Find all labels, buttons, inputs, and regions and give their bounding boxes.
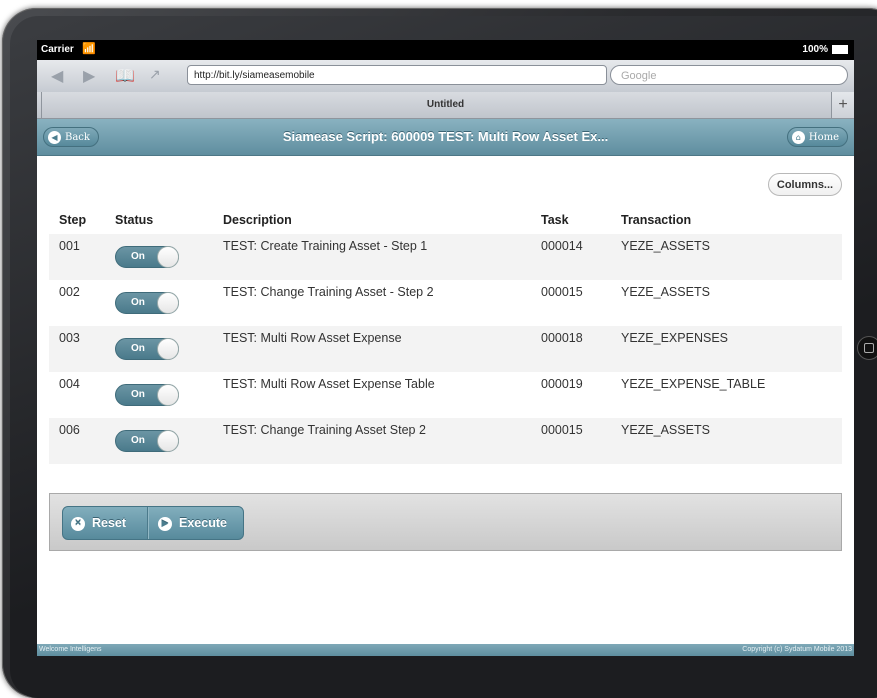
footer-welcome: Welcome Intelligens xyxy=(39,646,102,653)
browser-toolbar: ◀ ▶ 📖 ↗ http://bit.ly/siameasemobile Goo… xyxy=(37,60,854,93)
table-row[interactable]: 003 On TEST: Multi Row Asset Expense 000… xyxy=(49,326,842,372)
cell-transaction: YEZE_EXPENSES xyxy=(621,331,728,345)
cell-task: 000015 xyxy=(541,285,583,299)
status-toggle[interactable]: On xyxy=(115,384,179,406)
bookmarks-icon[interactable]: 📖 xyxy=(115,66,135,86)
cell-step: 003 xyxy=(59,331,80,345)
close-icon: ✕ xyxy=(71,516,85,531)
cell-step: 002 xyxy=(59,285,80,299)
toggle-label: On xyxy=(131,297,145,308)
execute-button[interactable]: ▶ Execute xyxy=(158,507,227,539)
toggle-label: On xyxy=(131,251,145,262)
cell-step: 004 xyxy=(59,377,80,391)
status-bar: Carrier 📶 100% xyxy=(37,40,854,60)
reset-button-label: Reset xyxy=(92,516,127,530)
header-description: Description xyxy=(223,213,292,227)
cell-description: TEST: Multi Row Asset Expense xyxy=(223,331,402,345)
home-button-label: Home xyxy=(808,132,839,143)
forward-arrow-icon[interactable]: ▶ xyxy=(83,66,95,86)
status-toggle[interactable]: On xyxy=(115,292,179,314)
toggle-label: On xyxy=(131,343,145,354)
url-field[interactable]: http://bit.ly/siameasemobile xyxy=(187,65,607,85)
share-icon[interactable]: ↗ xyxy=(149,66,161,83)
tab-title[interactable]: Untitled xyxy=(37,99,854,110)
button-divider xyxy=(147,507,148,539)
status-toggle[interactable]: On xyxy=(115,430,179,452)
execute-button-label: Execute xyxy=(179,516,227,530)
header-step: Step xyxy=(59,213,87,227)
cell-description: TEST: Change Training Asset - Step 2 xyxy=(223,285,434,299)
toggle-knob xyxy=(157,430,179,452)
tab-bar: Untitled + xyxy=(37,92,854,119)
cell-description: TEST: Change Training Asset Step 2 xyxy=(223,423,426,437)
home-icon: ⌂ xyxy=(791,131,805,144)
toggle-knob xyxy=(157,292,179,314)
toggle-label: On xyxy=(131,435,145,446)
carrier-label: Carrier xyxy=(41,44,74,55)
home-button[interactable]: ⌂ Home xyxy=(786,127,848,147)
footer: Welcome Intelligens Copyright (c) Sydatu… xyxy=(37,644,854,656)
cell-transaction: YEZE_ASSETS xyxy=(621,285,710,299)
toggle-label: On xyxy=(131,389,145,400)
status-toggle[interactable]: On xyxy=(115,246,179,268)
action-button-group: ✕ Reset ▶ Execute xyxy=(62,506,244,540)
cell-transaction: YEZE_ASSETS xyxy=(621,423,710,437)
table-row[interactable]: 002 On TEST: Change Training Asset - Ste… xyxy=(49,280,842,326)
cell-transaction: YEZE_EXPENSE_TABLE xyxy=(621,377,766,391)
header-task: Task xyxy=(541,213,569,227)
wifi-icon: 📶 xyxy=(82,43,96,55)
screen: Carrier 📶 100% ◀ ▶ 📖 ↗ http://bit.ly/sia… xyxy=(37,40,854,656)
cell-step: 001 xyxy=(59,239,80,253)
device-home-button[interactable] xyxy=(857,336,877,360)
reset-button[interactable]: ✕ Reset xyxy=(71,507,126,539)
action-bar: ✕ Reset ▶ Execute xyxy=(49,493,842,551)
columns-button[interactable]: Columns... xyxy=(768,173,842,196)
back-arrow-icon[interactable]: ◀ xyxy=(51,66,63,86)
battery-icon xyxy=(832,45,848,54)
battery-percent: 100% xyxy=(802,44,828,55)
cell-transaction: YEZE_ASSETS xyxy=(621,239,710,253)
toggle-knob xyxy=(157,246,179,268)
cell-task: 000019 xyxy=(541,377,583,391)
toggle-knob xyxy=(157,338,179,360)
chevron-right-icon: ▶ xyxy=(158,516,172,531)
status-toggle[interactable]: On xyxy=(115,338,179,360)
page-title: Siamease Script: 600009 TEST: Multi Row … xyxy=(282,129,609,144)
table-row[interactable]: 004 On TEST: Multi Row Asset Expense Tab… xyxy=(49,372,842,418)
cell-task: 000014 xyxy=(541,239,583,253)
new-tab-button[interactable]: + xyxy=(831,92,854,118)
table-row[interactable]: 001 On TEST: Create Training Asset - Ste… xyxy=(49,234,842,280)
table-row[interactable]: 006 On TEST: Change Training Asset Step … xyxy=(49,418,842,464)
app-header: ◀ Back Siamease Script: 600009 TEST: Mult… xyxy=(37,119,854,156)
cell-task: 000015 xyxy=(541,423,583,437)
cell-task: 000018 xyxy=(541,331,583,345)
cell-description: TEST: Create Training Asset - Step 1 xyxy=(223,239,428,253)
cell-step: 006 xyxy=(59,423,80,437)
header-status: Status xyxy=(115,213,154,227)
toggle-knob xyxy=(157,384,179,406)
search-field[interactable]: Google xyxy=(610,65,848,85)
cell-description: TEST: Multi Row Asset Expense Table xyxy=(223,377,435,391)
table-header: Step Status Description Task Transaction xyxy=(49,206,842,234)
footer-copyright: Copyright (c) Sydatum Mobile 2013 xyxy=(742,646,852,653)
header-transaction: Transaction xyxy=(621,213,692,227)
